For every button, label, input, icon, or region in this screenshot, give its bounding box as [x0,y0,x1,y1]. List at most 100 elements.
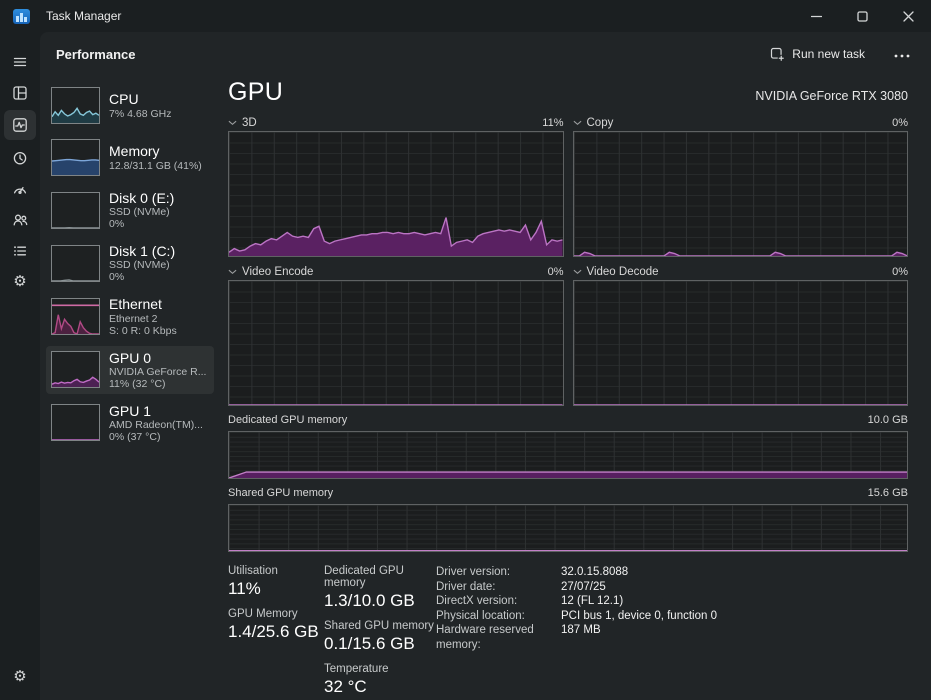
disk0-thumbnail-chart [51,191,100,229]
ellipsis-icon [894,54,910,58]
sidebar-item-title: CPU [109,91,139,108]
sidebar-item-sub2: 0% (37 °C) [109,431,161,444]
sidebar-item-sub: SSD (NVMe) [109,259,170,272]
chart-shared-memory [228,504,908,552]
maximize-icon [856,10,868,22]
run-new-task-label: Run new task [792,47,865,61]
sidebar-item-ethernet[interactable]: Ethernet Ethernet 2 S: 0 R: 0 Kbps [46,292,214,340]
engine-section-video-encode: Video Encode 0% [228,263,564,406]
stat-gpu-memory: GPU Memory 1.4/25.6 GB [228,608,319,641]
close-button[interactable] [885,0,931,32]
sidebar-item-cpu[interactable]: CPU 7% 4.68 GHz [46,82,214,129]
gpu-device-name: NVIDIA GeForce RTX 3080 [755,89,908,103]
sidebar-item-sub: 12.8/31.1 GB (41%) [109,159,202,172]
ethernet-thumbnail-chart [51,298,100,336]
sidebar-item-gpu1[interactable]: GPU 1 AMD Radeon(TM)... 0% (37 °C) [46,399,214,447]
chevron-down-icon [228,269,237,275]
stat-temperature: Temperature 32 °C [324,663,389,696]
rail-performance-button[interactable] [4,110,36,140]
close-icon [902,10,914,22]
rail-services-button[interactable]: ⚙ [4,266,36,297]
minimize-icon [810,15,822,17]
detail-physical-location: Physical location: PCI bus 1, device 0, … [436,609,717,622]
engine-label: Video Encode [242,265,314,278]
details-icon [14,245,27,256]
gpu1-thumbnail-chart [51,404,100,442]
memory-thumbnail-chart [51,139,100,176]
window-controls [793,0,931,32]
engine-percent: 11% [542,116,564,129]
rail-details-button[interactable] [4,235,36,266]
maximize-button[interactable] [839,0,885,32]
engine-label: 3D [242,116,257,129]
sidebar-item-sub: Ethernet 2 [109,312,158,325]
run-new-task-button[interactable]: Run new task [762,42,873,67]
engine-selector-video-decode[interactable]: Video Decode [573,266,659,278]
sidebar-item-sub: NVIDIA GeForce R... [109,365,207,378]
sidebar-item-sub: AMD Radeon(TM)... [109,418,203,431]
dedicated-memory-section: Dedicated GPU memory 10.0 GB [228,414,908,479]
performance-sidebar: CPU 7% 4.68 GHz Memory 12.8/31.1 GB (41%… [46,82,214,447]
sidebar-item-disk1[interactable]: Disk 1 (C:) SSD (NVMe) 0% [46,239,214,287]
engine-selector-copy[interactable]: Copy [573,116,614,129]
engine-percent: 0% [892,265,908,278]
engine-label: Copy [586,116,614,129]
rail-users-button[interactable] [4,204,36,235]
shared-memory-label: Shared GPU memory [228,487,334,499]
sidebar-item-disk0[interactable]: Disk 0 (E:) SSD (NVMe) 0% [46,186,214,234]
cpu-thumbnail-chart [51,87,100,124]
task-manager-logo-icon [13,8,30,24]
stat-utilisation: Utilisation 11% [228,565,278,598]
engine-selector-3d[interactable]: 3D [228,117,257,129]
more-options-button[interactable] [887,47,917,61]
new-task-icon [771,47,786,62]
minimize-button[interactable] [793,0,839,32]
rail-menu-button[interactable] [4,46,36,77]
sidebar-item-title: GPU 0 [109,349,152,366]
rail-processes-button[interactable] [4,77,36,108]
dedicated-memory-label: Dedicated GPU memory [228,414,348,426]
detail-directx-version: DirectX version: 12 (FL 12.1) [436,595,624,607]
sidebar-item-title: Ethernet [109,296,162,313]
rail-settings-button[interactable]: ⚙ [4,661,36,692]
app-history-icon [13,151,27,164]
chart-dedicated-memory [228,431,908,479]
sidebar-item-title: GPU 1 [109,402,152,419]
settings-icon: ⚙ [13,667,27,685]
sidebar-item-sub2: S: 0 R: 0 Kbps [109,324,177,337]
sidebar-item-sub2: 0% [109,271,125,284]
sidebar-item-title: Disk 1 (C:) [109,243,176,260]
page-title: Performance [56,46,136,62]
main-panel: Performance Run new task CPU 7% 4.68 GHz [40,32,931,700]
chart-video-decode [572,280,908,406]
gpu-stats: Utilisation 11% GPU Memory 1.4/25.6 GB D… [228,565,908,700]
page-header: Performance Run new task [40,32,931,76]
dedicated-memory-max: 10.0 GB [867,414,908,426]
chevron-down-icon [228,120,237,126]
services-icon: ⚙ [13,272,27,290]
rail-startup-apps-button[interactable] [4,173,36,204]
engine-percent: 0% [547,265,564,278]
sidebar-item-sub: 7% 4.68 GHz [109,107,172,120]
engine-section-video-decode: Video Decode 0% [572,263,908,406]
menu-icon [13,57,27,66]
startup-apps-icon [13,186,27,194]
chart-copy [572,131,908,257]
sidebar-item-gpu0[interactable]: GPU 0 NVIDIA GeForce R... 11% (32 °C) [46,345,214,394]
detail-driver-version: Driver version: 32.0.15.8088 [436,566,629,578]
sidebar-item-memory[interactable]: Memory 12.8/31.1 GB (41%) [46,134,214,181]
processes-icon [13,85,27,100]
gpu-heading: GPU [228,78,284,106]
chevron-down-icon [573,269,582,275]
chart-3d [228,131,564,257]
engine-selector-video-encode[interactable]: Video Encode [228,266,313,278]
gpu0-thumbnail-chart [51,351,100,389]
sidebar-item-title: Memory [109,143,160,160]
users-icon [13,214,27,225]
engine-section-3d: 3D 11% [228,114,564,257]
shared-memory-section: Shared GPU memory 15.6 GB [228,487,908,552]
stat-shared-memory: Shared GPU memory 0.1/15.6 GB [324,620,434,653]
chevron-down-icon [573,120,582,126]
detail-hardware-reserved: Hardware reserved memory: 187 MB [436,624,601,651]
rail-app-history-button[interactable] [4,142,36,173]
